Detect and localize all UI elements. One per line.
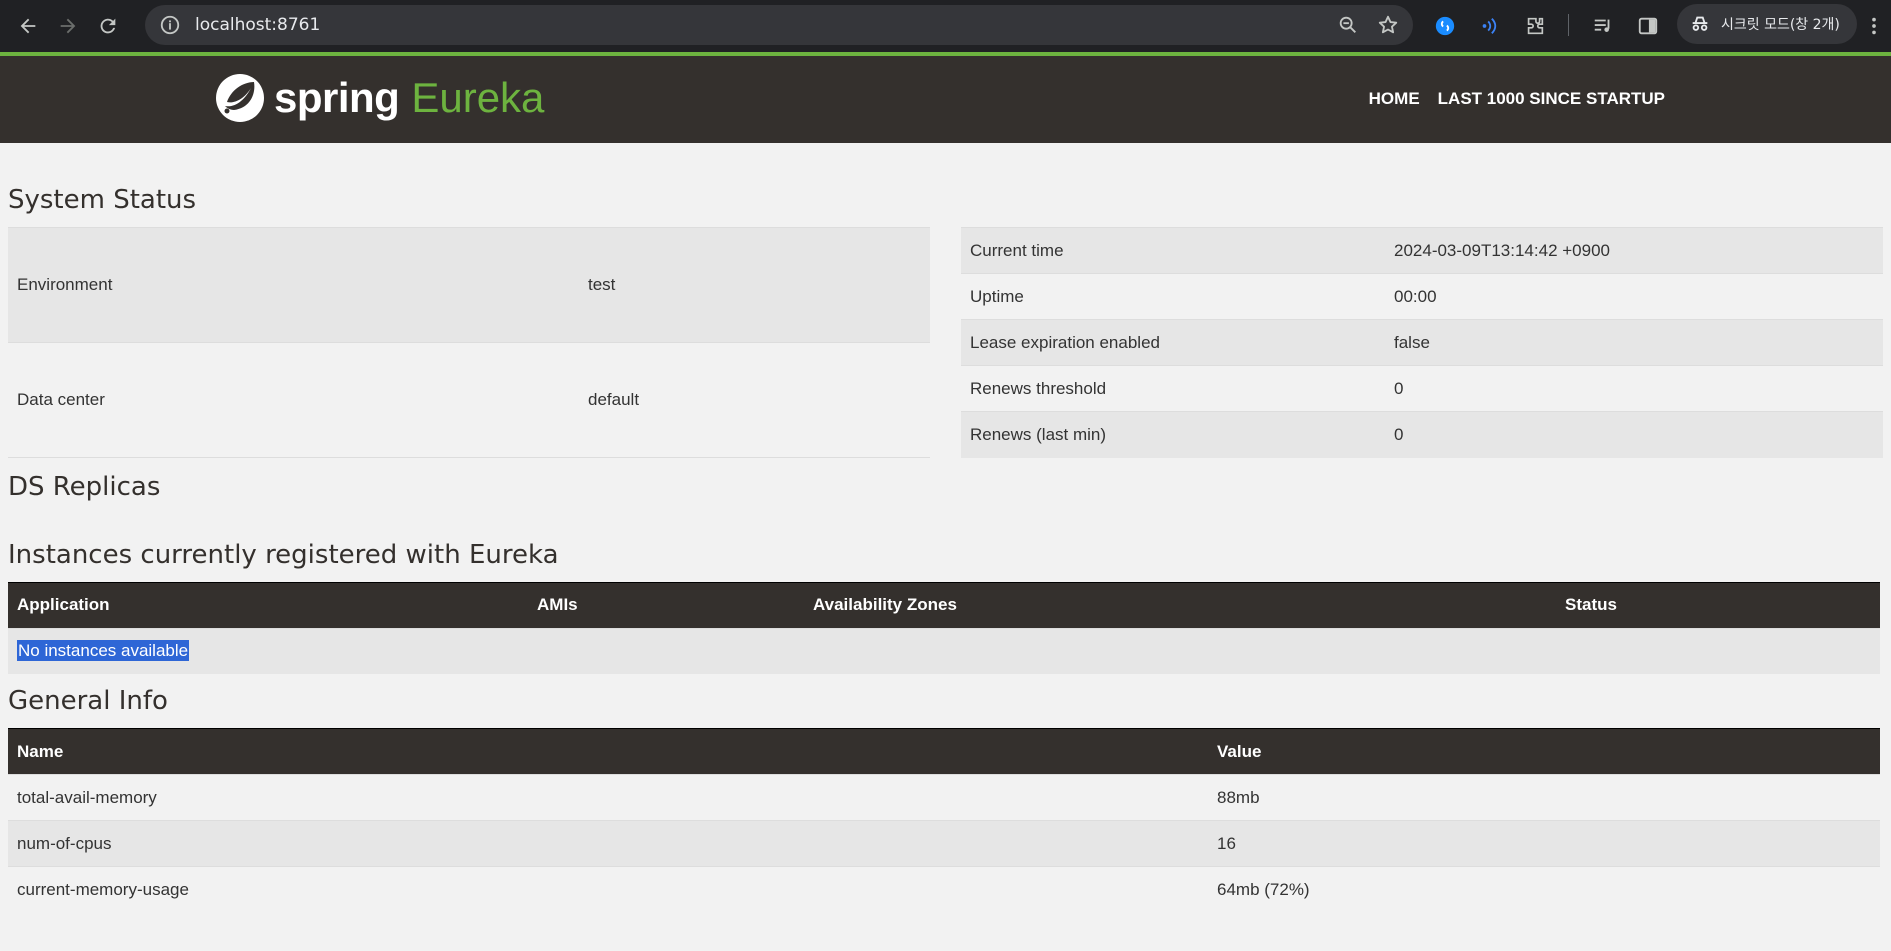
table-row: Renews threshold 0 bbox=[961, 365, 1883, 412]
table-row: num-of-cpus 16 bbox=[8, 820, 1880, 867]
spring-leaf-icon bbox=[216, 74, 264, 122]
browser-menu-button[interactable] bbox=[1862, 8, 1886, 44]
system-status-right-table: Current time 2024-03-09T13:14:42 +0900 U… bbox=[961, 227, 1883, 458]
table-row: Environment test bbox=[8, 227, 930, 343]
empty-instances-cell: No instances available bbox=[8, 627, 1880, 674]
column-header: Name bbox=[8, 728, 1208, 775]
back-icon bbox=[20, 18, 36, 34]
table-row: Data center default bbox=[8, 341, 930, 458]
shazam-extension[interactable] bbox=[1427, 8, 1463, 44]
column-header: Value bbox=[1208, 728, 1880, 775]
brand-logo[interactable]: spring Eureka bbox=[214, 72, 544, 124]
system-status-heading: System Status bbox=[8, 185, 197, 215]
media-icon bbox=[1594, 19, 1610, 32]
table-row: current-memory-usage 64mb (72%) bbox=[8, 866, 1880, 913]
column-header: Status bbox=[1556, 581, 1880, 628]
status-value: default bbox=[579, 341, 930, 458]
status-label: Uptime bbox=[961, 273, 1385, 320]
system-status-left-table: Environment test Data center default bbox=[8, 227, 930, 458]
nav-home-link[interactable]: HOME bbox=[1369, 89, 1420, 109]
side-panel-button[interactable] bbox=[1630, 8, 1666, 44]
table-row: Lease expiration enabled false bbox=[961, 319, 1883, 366]
info-value: 88mb bbox=[1208, 774, 1880, 821]
info-value: 64mb (72%) bbox=[1208, 866, 1880, 913]
info-name: current-memory-usage bbox=[8, 866, 1208, 913]
browser-toolbar: localhost:8761 시크릿 모드(창 2개) bbox=[0, 0, 1891, 52]
forward-icon bbox=[60, 18, 76, 34]
incognito-label: 시크릿 모드(창 2개) bbox=[1721, 17, 1840, 33]
zoom-icon[interactable] bbox=[1337, 14, 1359, 36]
brand-eureka-text: Eureka bbox=[411, 74, 545, 121]
general-info-table: Name Value total-avail-memory 88mb num-o… bbox=[8, 728, 1880, 913]
status-value: 0 bbox=[1385, 365, 1883, 412]
media-button[interactable] bbox=[1585, 8, 1621, 44]
menu-icon bbox=[1872, 17, 1876, 35]
reload-button[interactable] bbox=[88, 6, 128, 46]
status-label: Renews threshold bbox=[961, 365, 1385, 412]
table-header-row: Application AMIs Availability Zones Stat… bbox=[8, 581, 1880, 628]
read-aloud-extension[interactable] bbox=[1472, 8, 1508, 44]
status-value: 0 bbox=[1385, 411, 1883, 458]
extensions-icon bbox=[1527, 17, 1544, 35]
eureka-navbar: spring Eureka HOME LAST 1000 SINCE START… bbox=[0, 56, 1891, 143]
empty-instances-message: No instances available bbox=[17, 640, 190, 662]
column-header: Application bbox=[8, 581, 528, 628]
status-value: false bbox=[1385, 319, 1883, 366]
info-name: num-of-cpus bbox=[8, 820, 1208, 867]
reload-icon bbox=[100, 18, 116, 34]
table-row: total-avail-memory 88mb bbox=[8, 774, 1880, 821]
side-panel-icon bbox=[1638, 17, 1658, 35]
forward-button[interactable] bbox=[48, 6, 88, 46]
incognito-icon bbox=[1692, 16, 1708, 31]
main-content: System Status Environment test Data cent… bbox=[0, 185, 1891, 913]
system-status-section: Environment test Data center default Cur… bbox=[8, 227, 1883, 458]
status-value: test bbox=[579, 227, 930, 343]
status-label: Lease expiration enabled bbox=[961, 319, 1385, 366]
status-value: 2024-03-09T13:14:42 +0900 bbox=[1385, 227, 1883, 274]
table-row: Renews (last min) 0 bbox=[961, 411, 1883, 458]
address-bar[interactable]: localhost:8761 bbox=[145, 5, 1413, 45]
table-row: No instances available bbox=[8, 627, 1880, 674]
info-name: total-avail-memory bbox=[8, 774, 1208, 821]
read-aloud-icon bbox=[1482, 18, 1497, 34]
table-row: Uptime 00:00 bbox=[961, 273, 1883, 320]
nav-last-1000-link[interactable]: LAST 1000 SINCE STARTUP bbox=[1438, 89, 1665, 109]
top-navigation: HOME LAST 1000 SINCE STARTUP bbox=[1369, 89, 1665, 109]
status-label: Renews (last min) bbox=[961, 411, 1385, 458]
url-text[interactable]: localhost:8761 bbox=[195, 15, 320, 35]
status-label: Environment bbox=[8, 227, 579, 343]
back-button[interactable] bbox=[8, 6, 48, 46]
ds-replicas-heading: DS Replicas bbox=[8, 471, 161, 502]
info-value: 16 bbox=[1208, 820, 1880, 867]
column-header: AMIs bbox=[528, 581, 804, 628]
table-row: Current time 2024-03-09T13:14:42 +0900 bbox=[961, 227, 1883, 274]
general-info-heading: General Info bbox=[8, 686, 168, 716]
column-header: Availability Zones bbox=[804, 581, 1556, 628]
status-label: Data center bbox=[8, 341, 579, 458]
incognito-badge[interactable]: 시크릿 모드(창 2개) bbox=[1677, 4, 1857, 44]
status-label: Current time bbox=[961, 227, 1385, 274]
star-icon[interactable] bbox=[1377, 14, 1399, 36]
shazam-icon bbox=[1435, 16, 1455, 36]
instances-heading: Instances currently registered with Eure… bbox=[8, 539, 559, 570]
toolbar-separator bbox=[1568, 14, 1569, 36]
instances-table: Application AMIs Availability Zones Stat… bbox=[8, 581, 1880, 674]
extensions-button[interactable] bbox=[1517, 8, 1553, 44]
info-icon[interactable] bbox=[159, 14, 181, 36]
status-value: 00:00 bbox=[1385, 273, 1883, 320]
brand-spring-text: spring bbox=[274, 74, 400, 121]
table-header-row: Name Value bbox=[8, 728, 1880, 775]
